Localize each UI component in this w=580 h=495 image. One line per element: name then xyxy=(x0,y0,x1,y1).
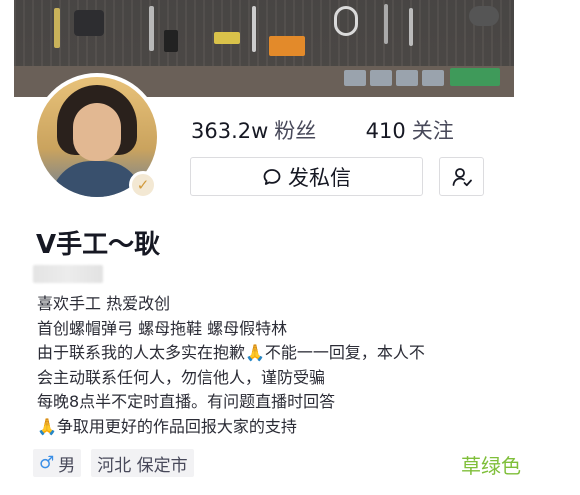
bio-line: 每晚8点半不定时直播。有问题直播时回答 xyxy=(37,392,336,411)
profile-name: V手工～耿 xyxy=(36,230,161,260)
watermark: 草绿色 xyxy=(461,454,521,478)
following-count: 410 xyxy=(365,119,406,143)
send-message-button[interactable]: 发私信 xyxy=(190,157,423,196)
user-check-icon xyxy=(451,166,473,188)
follow-button[interactable] xyxy=(439,157,484,196)
following-label: 关注 xyxy=(411,119,454,143)
account-id-blurred xyxy=(33,265,103,283)
bio-line: 喜欢手工 热爱改创 xyxy=(37,294,171,313)
bio-line: 由于联系我的人太多实在抱歉🙏不能一一回复，本人不 xyxy=(37,343,425,362)
bio-line: 🙏争取用更好的作品回报大家的支持 xyxy=(37,416,297,436)
location-tag: 河北 保定市 xyxy=(91,449,194,477)
gender-tag: ♂ 男 xyxy=(33,449,82,477)
location-label: 河北 保定市 xyxy=(97,455,188,476)
profile-stats: 363.2w 粉丝 410 关注 xyxy=(191,115,454,145)
followers-stat[interactable]: 363.2w 粉丝 xyxy=(191,119,323,143)
verified-badge-icon: ✓ xyxy=(129,171,157,199)
followers-label: 粉丝 xyxy=(274,119,317,143)
profile-bio: 喜欢手工 热爱改创 首创螺帽弹弓 螺母拖鞋 螺母假特林 由于联系我的人太多实在抱… xyxy=(37,292,507,439)
send-message-label: 发私信 xyxy=(288,165,351,190)
bio-line: 首创螺帽弹弓 螺母拖鞋 螺母假特林 xyxy=(37,318,288,338)
gender-label: 男 xyxy=(58,455,76,476)
male-icon: ♂ xyxy=(39,453,55,473)
followers-count: 363.2w xyxy=(191,119,269,143)
profile-tags: ♂ 男 河北 保定市 xyxy=(33,449,194,477)
chat-bubble-icon xyxy=(262,167,288,187)
bio-line: 会主动联系任何人，勿信他人，谨防受骗 xyxy=(37,367,326,387)
following-stat[interactable]: 410 关注 xyxy=(366,119,454,143)
